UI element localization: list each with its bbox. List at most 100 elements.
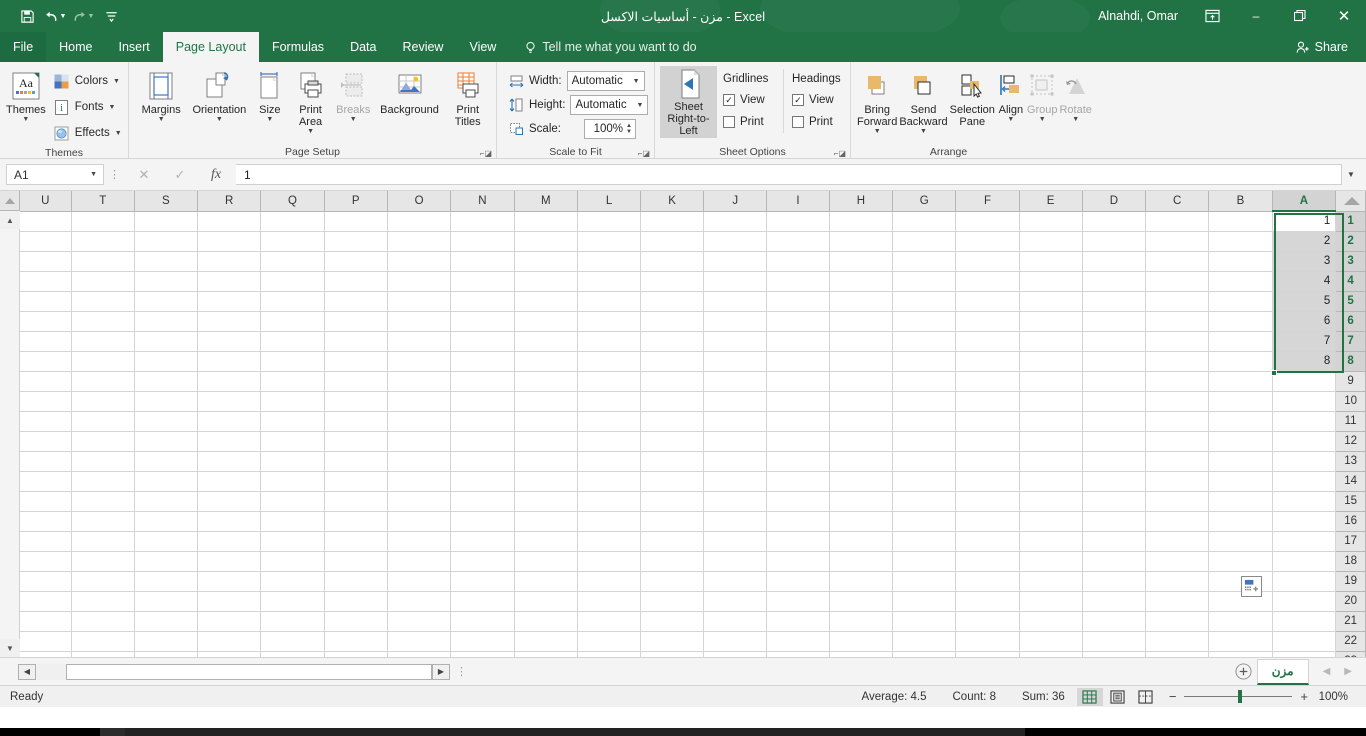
- cell-B1[interactable]: [1208, 211, 1273, 232]
- cell-S14[interactable]: [134, 471, 198, 492]
- insert-function-icon[interactable]: fx: [198, 164, 234, 185]
- zoom-percentage[interactable]: 100%: [1316, 691, 1356, 703]
- cell-H10[interactable]: [829, 391, 894, 412]
- column-header-I[interactable]: I: [766, 191, 830, 212]
- headings-print-checkbox[interactable]: Print: [792, 111, 845, 133]
- cell-L14[interactable]: [577, 471, 642, 492]
- cell-N7[interactable]: [450, 331, 515, 352]
- cell-L21[interactable]: [577, 611, 642, 632]
- cell-N10[interactable]: [450, 391, 515, 412]
- cell-Q16[interactable]: [260, 511, 325, 532]
- cell-P10[interactable]: [324, 391, 388, 412]
- cell-B2[interactable]: [1208, 231, 1273, 252]
- cell-D3[interactable]: [1082, 251, 1147, 272]
- cell-J10[interactable]: [703, 391, 768, 412]
- cell-P18[interactable]: [324, 551, 388, 572]
- margins-dropdown-caret[interactable]: ▼: [158, 116, 165, 124]
- cell-C4[interactable]: [1145, 271, 1210, 292]
- zoom-slider[interactable]: [1184, 690, 1293, 704]
- cell-T17[interactable]: [71, 531, 135, 552]
- cell-S20[interactable]: [134, 591, 198, 612]
- cell-N4[interactable]: [450, 271, 515, 292]
- cell-M21[interactable]: [514, 611, 579, 632]
- cell-A17[interactable]: [1272, 531, 1337, 552]
- cell-O15[interactable]: [387, 491, 452, 512]
- cell-R6[interactable]: [197, 311, 262, 332]
- cell-D13[interactable]: [1082, 451, 1147, 472]
- cell-F14[interactable]: [955, 471, 1020, 492]
- cell-L13[interactable]: [577, 451, 642, 472]
- cell-A4[interactable]: 4: [1272, 271, 1337, 292]
- fill-handle[interactable]: [1271, 370, 1277, 376]
- cell-F12[interactable]: [955, 431, 1020, 452]
- cell-B12[interactable]: [1208, 431, 1273, 452]
- cell-H9[interactable]: [829, 371, 894, 392]
- formula-input[interactable]: 1: [236, 164, 1342, 185]
- cell-J5[interactable]: [703, 291, 768, 312]
- row-header-14[interactable]: 14: [1335, 471, 1366, 492]
- tab-view[interactable]: View: [456, 32, 509, 62]
- cell-G18[interactable]: [892, 551, 957, 572]
- cell-I20[interactable]: [766, 591, 830, 612]
- cell-C18[interactable]: [1145, 551, 1210, 572]
- row-header-9[interactable]: 9: [1335, 371, 1366, 392]
- colors-dropdown-caret[interactable]: ▼: [113, 78, 120, 85]
- cell-B13[interactable]: [1208, 451, 1273, 472]
- cell-D14[interactable]: [1082, 471, 1147, 492]
- cell-G6[interactable]: [892, 311, 957, 332]
- cell-R4[interactable]: [197, 271, 262, 292]
- align-button[interactable]: Align ▼: [996, 67, 1026, 126]
- sheet-nav-left-icon[interactable]: ◀: [1323, 666, 1331, 677]
- cell-O16[interactable]: [387, 511, 452, 532]
- quick-analysis-button[interactable]: [1241, 576, 1262, 597]
- cell-J20[interactable]: [703, 591, 768, 612]
- cell-B8[interactable]: [1208, 351, 1273, 372]
- cell-E6[interactable]: [1019, 311, 1083, 332]
- cell-N17[interactable]: [450, 531, 515, 552]
- cell-D20[interactable]: [1082, 591, 1147, 612]
- cell-P3[interactable]: [324, 251, 388, 272]
- cell-T15[interactable]: [71, 491, 135, 512]
- cell-M4[interactable]: [514, 271, 579, 292]
- select-all-button[interactable]: [0, 191, 20, 211]
- cell-U19[interactable]: [20, 571, 72, 592]
- cell-D19[interactable]: [1082, 571, 1147, 592]
- cell-P14[interactable]: [324, 471, 388, 492]
- cell-H19[interactable]: [829, 571, 894, 592]
- cell-I10[interactable]: [766, 391, 830, 412]
- cell-A3[interactable]: 3: [1272, 251, 1337, 272]
- cell-Q22[interactable]: [260, 631, 325, 652]
- cell-I18[interactable]: [766, 551, 830, 572]
- row-header-12[interactable]: 12: [1335, 431, 1366, 452]
- cell-U21[interactable]: [20, 611, 72, 632]
- cell-C6[interactable]: [1145, 311, 1210, 332]
- cell-H4[interactable]: [829, 271, 894, 292]
- column-header-R[interactable]: R: [197, 191, 262, 212]
- cell-Q9[interactable]: [260, 371, 325, 392]
- row-header-4[interactable]: 4: [1335, 271, 1366, 292]
- cell-I8[interactable]: [766, 351, 830, 372]
- tell-me-box[interactable]: Tell me what you want to do: [509, 32, 697, 62]
- colors-button[interactable]: Colors ▼: [51, 68, 125, 94]
- cell-I21[interactable]: [766, 611, 830, 632]
- cell-B14[interactable]: [1208, 471, 1273, 492]
- cell-S4[interactable]: [134, 271, 198, 292]
- scale-spinner-arrows[interactable]: ▲ ▼: [626, 123, 635, 135]
- cell-T22[interactable]: [71, 631, 135, 652]
- name-box[interactable]: A1 ▼: [6, 164, 104, 185]
- cell-K5[interactable]: [640, 291, 705, 312]
- close-button[interactable]: ✕: [1322, 0, 1366, 32]
- cell-P4[interactable]: [324, 271, 388, 292]
- cell-I2[interactable]: [766, 231, 830, 252]
- cell-E13[interactable]: [1019, 451, 1083, 472]
- cell-F17[interactable]: [955, 531, 1020, 552]
- cell-J16[interactable]: [703, 511, 768, 532]
- page-setup-dialog-launcher-icon[interactable]: ⌐◪: [480, 149, 492, 158]
- cell-B17[interactable]: [1208, 531, 1273, 552]
- cell-P22[interactable]: [324, 631, 388, 652]
- cell-E7[interactable]: [1019, 331, 1083, 352]
- cell-A6[interactable]: 6: [1272, 311, 1337, 332]
- cell-H6[interactable]: [829, 311, 894, 332]
- cell-B4[interactable]: [1208, 271, 1273, 292]
- column-header-N[interactable]: N: [450, 191, 515, 212]
